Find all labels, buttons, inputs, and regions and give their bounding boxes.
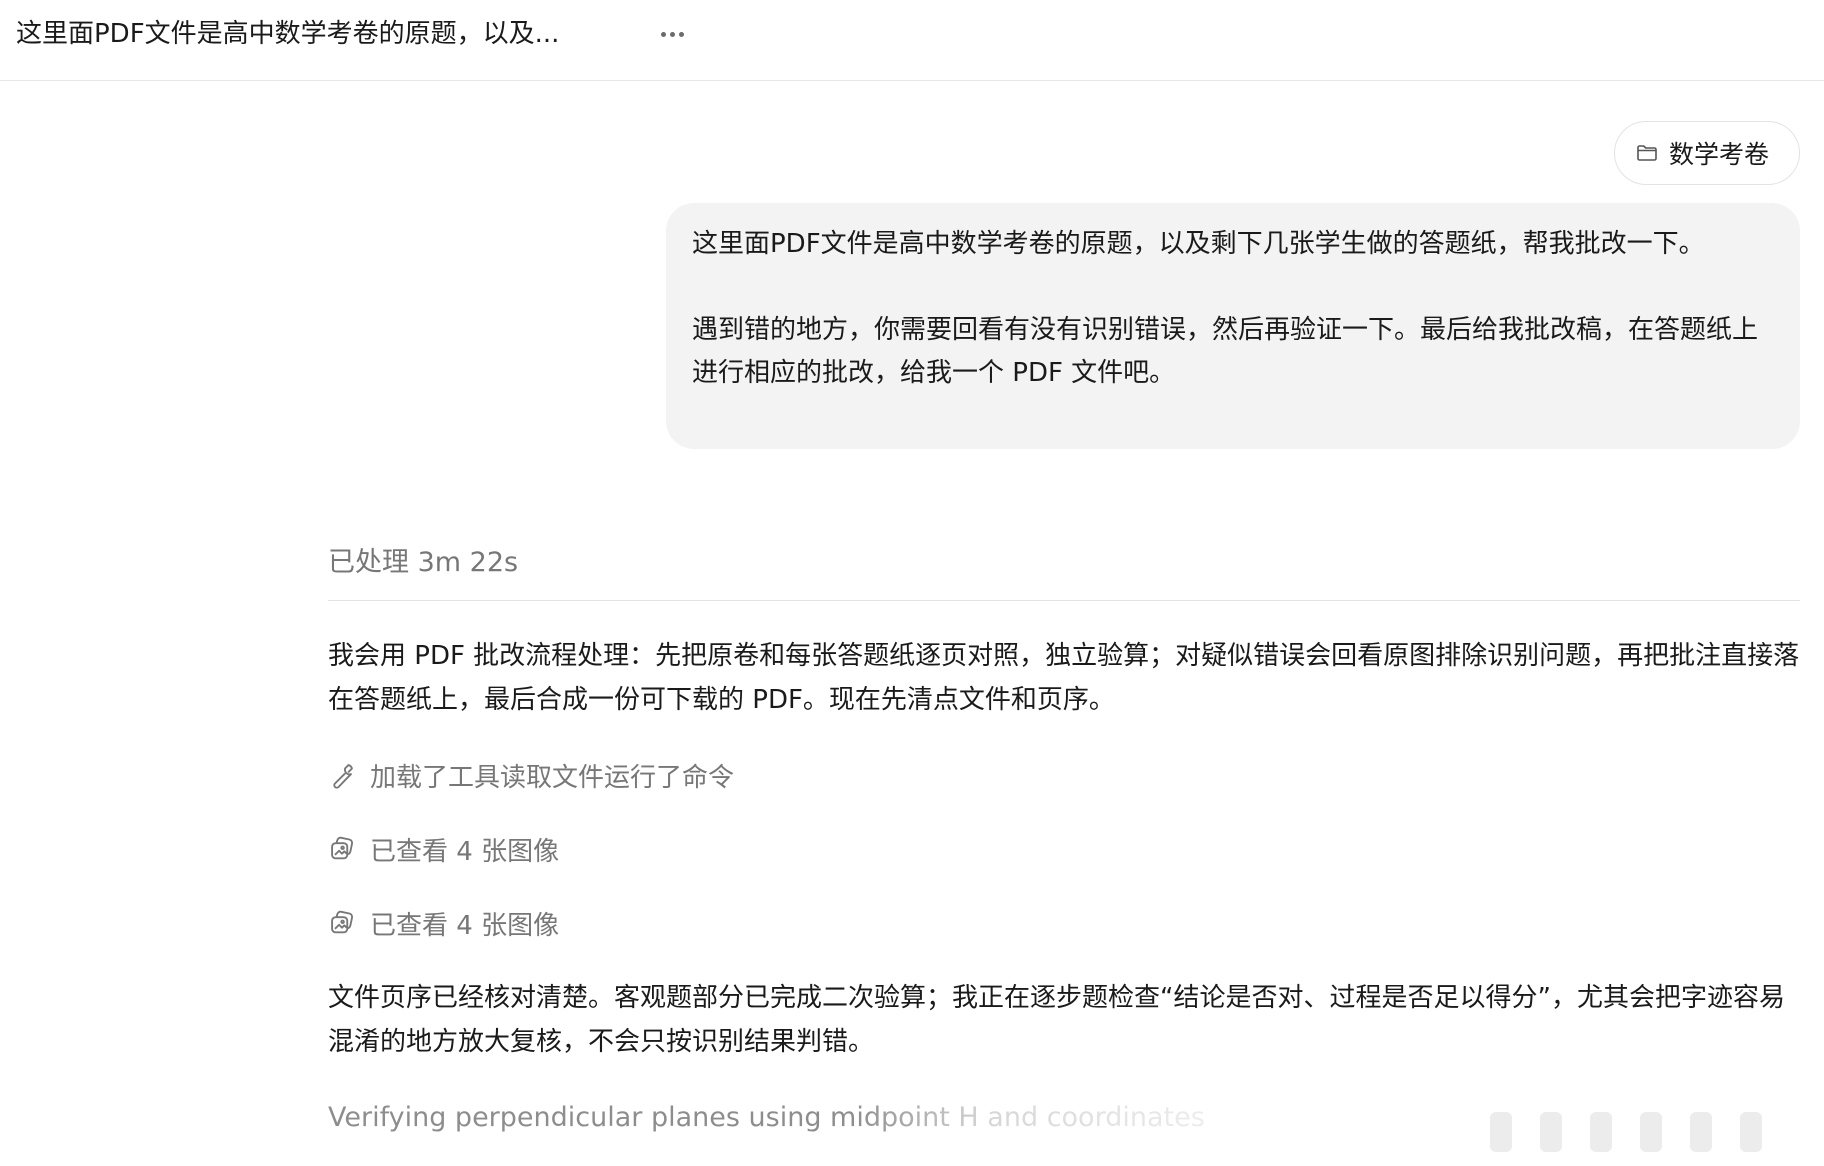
images-icon [331,836,354,860]
divider [328,600,1800,601]
tool-step-load-tools[interactable]: 加载了工具读取文件运行了命令 [328,753,734,797]
user-message-bubble: 这里面PDF文件是高中数学考卷的原题，以及剩下几张学生做的答题纸，帮我批改一下。… [666,203,1800,449]
more-options-button[interactable] [652,14,692,54]
assistant-message: 文件页序已经核对清楚。客观题部分已完成二次验算；我正在逐步题检查“结论是否对、过… [328,983,1785,1057]
thinking-status[interactable]: Verifying perpendicular planes using mid… [328,1096,1205,1140]
assistant-message: 我会用 PDF 批改流程处理：先把原卷和每张答题纸逐页对照，独立验算；对疑似错误… [328,641,1800,715]
user-message-paragraph: 这里面PDF文件是高中数学考卷的原题，以及剩下几张学生做的答题纸，帮我批改一下。 [692,229,1705,259]
loading-shimmer [1470,1090,1824,1166]
tool-step-viewed-images[interactable]: 已查看 4 张图像 [328,901,559,945]
tool-step-viewed-images[interactable]: 已查看 4 张图像 [328,827,559,871]
top-bar: 这里面PDF文件是高中数学考卷的原题，以及... [0,0,1824,81]
project-chip[interactable]: 数学考卷 [1614,121,1800,185]
folder-icon [1637,145,1657,161]
tool-step-label: 已查看 4 张图像 [370,910,560,941]
more-horizontal-icon [660,31,666,37]
tool-step-label: 加载了工具读取文件运行了命令 [370,762,735,793]
wrench-icon [333,764,353,789]
images-icon [331,910,354,934]
user-message-paragraph: 遇到错的地方，你需要回看有没有识别错误，然后再验证一下。最后给我批改稿，在答题纸… [692,315,1759,388]
processing-status[interactable]: 已处理 3m 22s [328,541,518,585]
tool-step-label: 已查看 4 张图像 [370,836,560,867]
conversation-title[interactable]: 这里面PDF文件是高中数学考卷的原题，以及... [16,14,559,54]
project-chip-label: 数学考卷 [1669,140,1770,169]
